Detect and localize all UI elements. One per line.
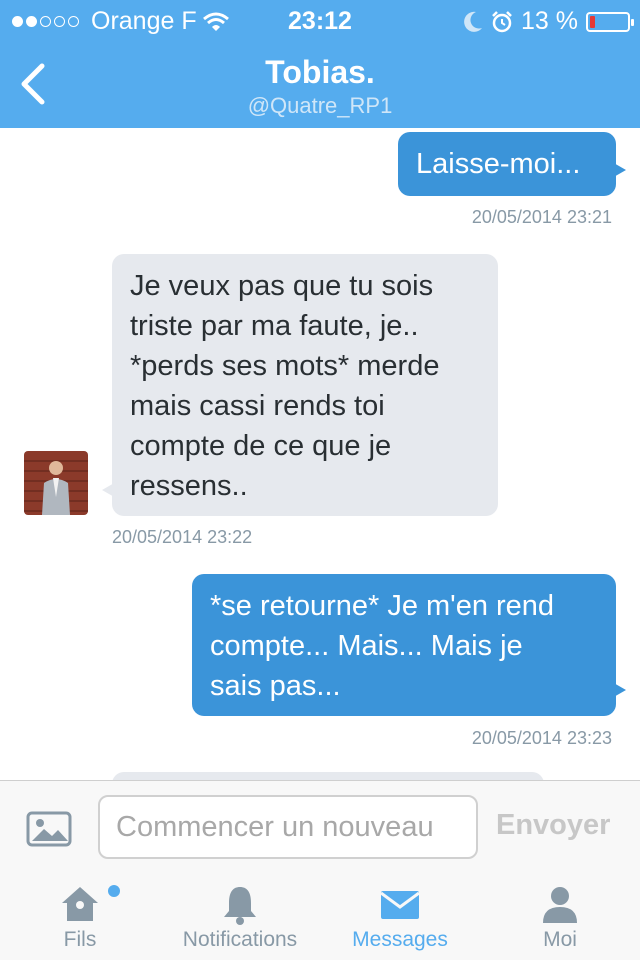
tab-fils[interactable]: Fils — [0, 873, 160, 960]
tab-label: Messages — [352, 928, 448, 951]
message-line: Je veux pas que tu sois — [130, 270, 434, 302]
message-line: mais cassi rends toi — [130, 390, 385, 422]
tab-bar: Fils Notifications Messages Moi — [0, 873, 640, 960]
message-bubble-incoming[interactable] — [112, 772, 544, 780]
home-icon — [62, 887, 98, 921]
conversation-title: Tobias. — [265, 54, 375, 90]
message-timestamp: 20/05/2014 23:21 — [471, 207, 612, 227]
tab-label: Fils — [63, 928, 97, 951]
moon-icon — [464, 11, 483, 32]
conversation-handle: @Quatre_RP1 — [247, 93, 393, 118]
avatar[interactable] — [24, 451, 88, 515]
message-input[interactable] — [98, 795, 478, 859]
message-thread[interactable]: Laisse-moi... 20/05/2014 23:21 Je veux p… — [0, 128, 640, 780]
message-line: *perds ses mots* merde — [130, 350, 440, 382]
tab-label: Notifications — [182, 928, 298, 951]
message-line: sais pas... — [210, 670, 341, 702]
battery-icon — [586, 11, 634, 32]
navigation-bar: Orange F 23:12 13 % Tobias. @Quatre_RP1 — [0, 0, 640, 128]
notification-dot — [108, 885, 120, 897]
status-bar: Orange F 23:12 13 % — [0, 0, 640, 40]
message-line: compte... Mais... Mais je — [210, 630, 523, 662]
message-composer: Envoyer — [0, 780, 640, 874]
tab-messages[interactable]: Messages — [320, 873, 480, 960]
image-icon[interactable] — [26, 811, 72, 847]
tab-label: Moi — [543, 928, 577, 951]
message-line: *se retourne* Je m'en rend — [210, 590, 555, 622]
tab-moi[interactable]: Moi — [480, 873, 640, 960]
message-bubble-incoming[interactable]: Je veux pas que tu sois triste par ma fa… — [102, 254, 498, 516]
message-line: triste par ma faute, je.. — [130, 310, 419, 342]
envelope-icon — [380, 891, 420, 919]
message-bubble-outgoing[interactable]: Laisse-moi... — [398, 132, 626, 196]
alarm-icon — [492, 10, 512, 32]
person-icon — [543, 887, 577, 923]
message-bubble-outgoing[interactable]: *se retourne* Je m'en rend compte... Mai… — [192, 574, 626, 716]
message-timestamp: 20/05/2014 23:23 — [471, 728, 612, 748]
message-timestamp: 20/05/2014 23:22 — [112, 527, 253, 547]
send-button[interactable]: Envoyer — [496, 809, 610, 842]
tab-notifications[interactable]: Notifications — [160, 873, 320, 960]
battery-percentage: 13 % — [521, 7, 578, 35]
bell-icon — [224, 887, 256, 925]
message-line: ressens.. — [130, 470, 248, 502]
message-line: compte de ce que je — [130, 430, 392, 462]
message-text: Laisse-moi... — [416, 148, 581, 180]
